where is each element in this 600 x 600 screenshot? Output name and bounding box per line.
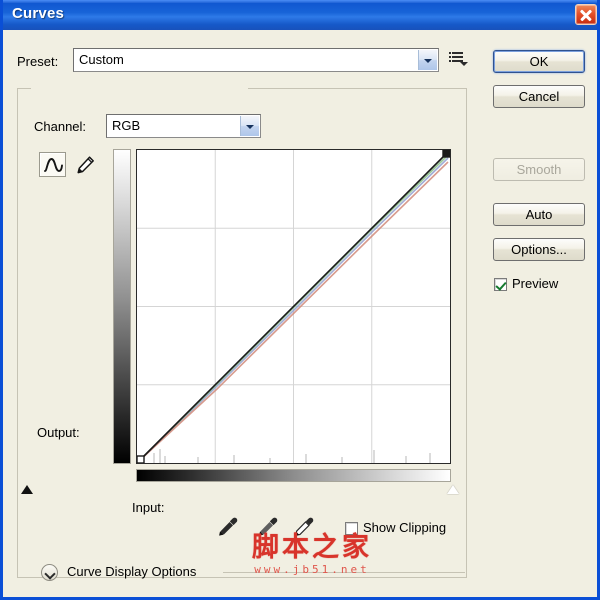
preset-menu-icon-dot (449, 60, 451, 62)
preset-menu-icon-line (452, 56, 463, 58)
curve-control-point-white (442, 150, 450, 158)
input-gradient-strip (136, 469, 451, 482)
pencil-tool-button[interactable] (71, 152, 98, 177)
cancel-button[interactable]: Cancel (493, 85, 585, 108)
group-box-top-right-rule (248, 88, 467, 89)
title-bar[interactable]: Curves (3, 0, 597, 30)
ok-button[interactable]: OK (493, 50, 585, 73)
preset-menu-icon[interactable] (449, 51, 468, 67)
window-title: Curves (12, 5, 65, 22)
curve-tool-button[interactable] (39, 152, 66, 177)
plot-histogram (153, 449, 431, 463)
white-point-marker[interactable] (447, 485, 459, 494)
chevron-down-icon[interactable] (418, 50, 437, 70)
curve-control-point-black (137, 455, 145, 463)
input-label: Input: (132, 500, 165, 515)
channel-select[interactable]: RGB (106, 114, 261, 138)
curve-plot-area[interactable] (136, 149, 451, 464)
curve-graph (113, 149, 458, 482)
preset-menu-icon-dot (449, 56, 451, 58)
show-clipping-label: Show Clipping (363, 520, 447, 535)
preset-label: Preset: (17, 54, 59, 69)
preset-value: Custom (79, 52, 124, 67)
preset-menu-icon-line (452, 52, 463, 54)
output-label: Output: (37, 425, 80, 440)
title-bar-highlight (3, 0, 597, 3)
eyedropper-gray-icon[interactable] (256, 515, 280, 539)
smooth-button: Smooth (493, 158, 585, 181)
preset-select[interactable]: Custom (73, 48, 439, 72)
channel-value: RGB (112, 118, 141, 133)
close-icon[interactable] (575, 4, 597, 25)
curves-dialog: Curves Preset: Custom Channel: RGB Outpu… (0, 0, 600, 600)
show-clipping-box[interactable] (345, 522, 358, 535)
auto-button[interactable]: Auto (493, 203, 585, 226)
curve-plot-svg (137, 150, 450, 463)
channel-label: Channel: (34, 119, 87, 134)
chevron-down-icon[interactable] (240, 116, 259, 136)
curve-display-options-label: Curve Display Options (67, 564, 197, 579)
preset-menu-icon-dot (449, 52, 451, 54)
options-button[interactable]: Options... (493, 238, 585, 261)
preview-label: Preview (512, 276, 559, 291)
dialog-body: Preset: Custom Channel: RGB Output: Inpu… (3, 30, 597, 597)
preset-menu-icon-arrow (460, 62, 468, 66)
group-box-top-left-rule (17, 88, 31, 89)
chevron-down-icon[interactable] (41, 564, 58, 581)
eyedropper-white-icon[interactable] (292, 515, 316, 539)
curve-display-options-rule (223, 572, 465, 573)
preview-box[interactable] (494, 278, 507, 291)
output-gradient-strip (113, 149, 131, 464)
black-point-marker[interactable] (21, 485, 33, 494)
eyedropper-black-icon[interactable] (216, 515, 240, 539)
